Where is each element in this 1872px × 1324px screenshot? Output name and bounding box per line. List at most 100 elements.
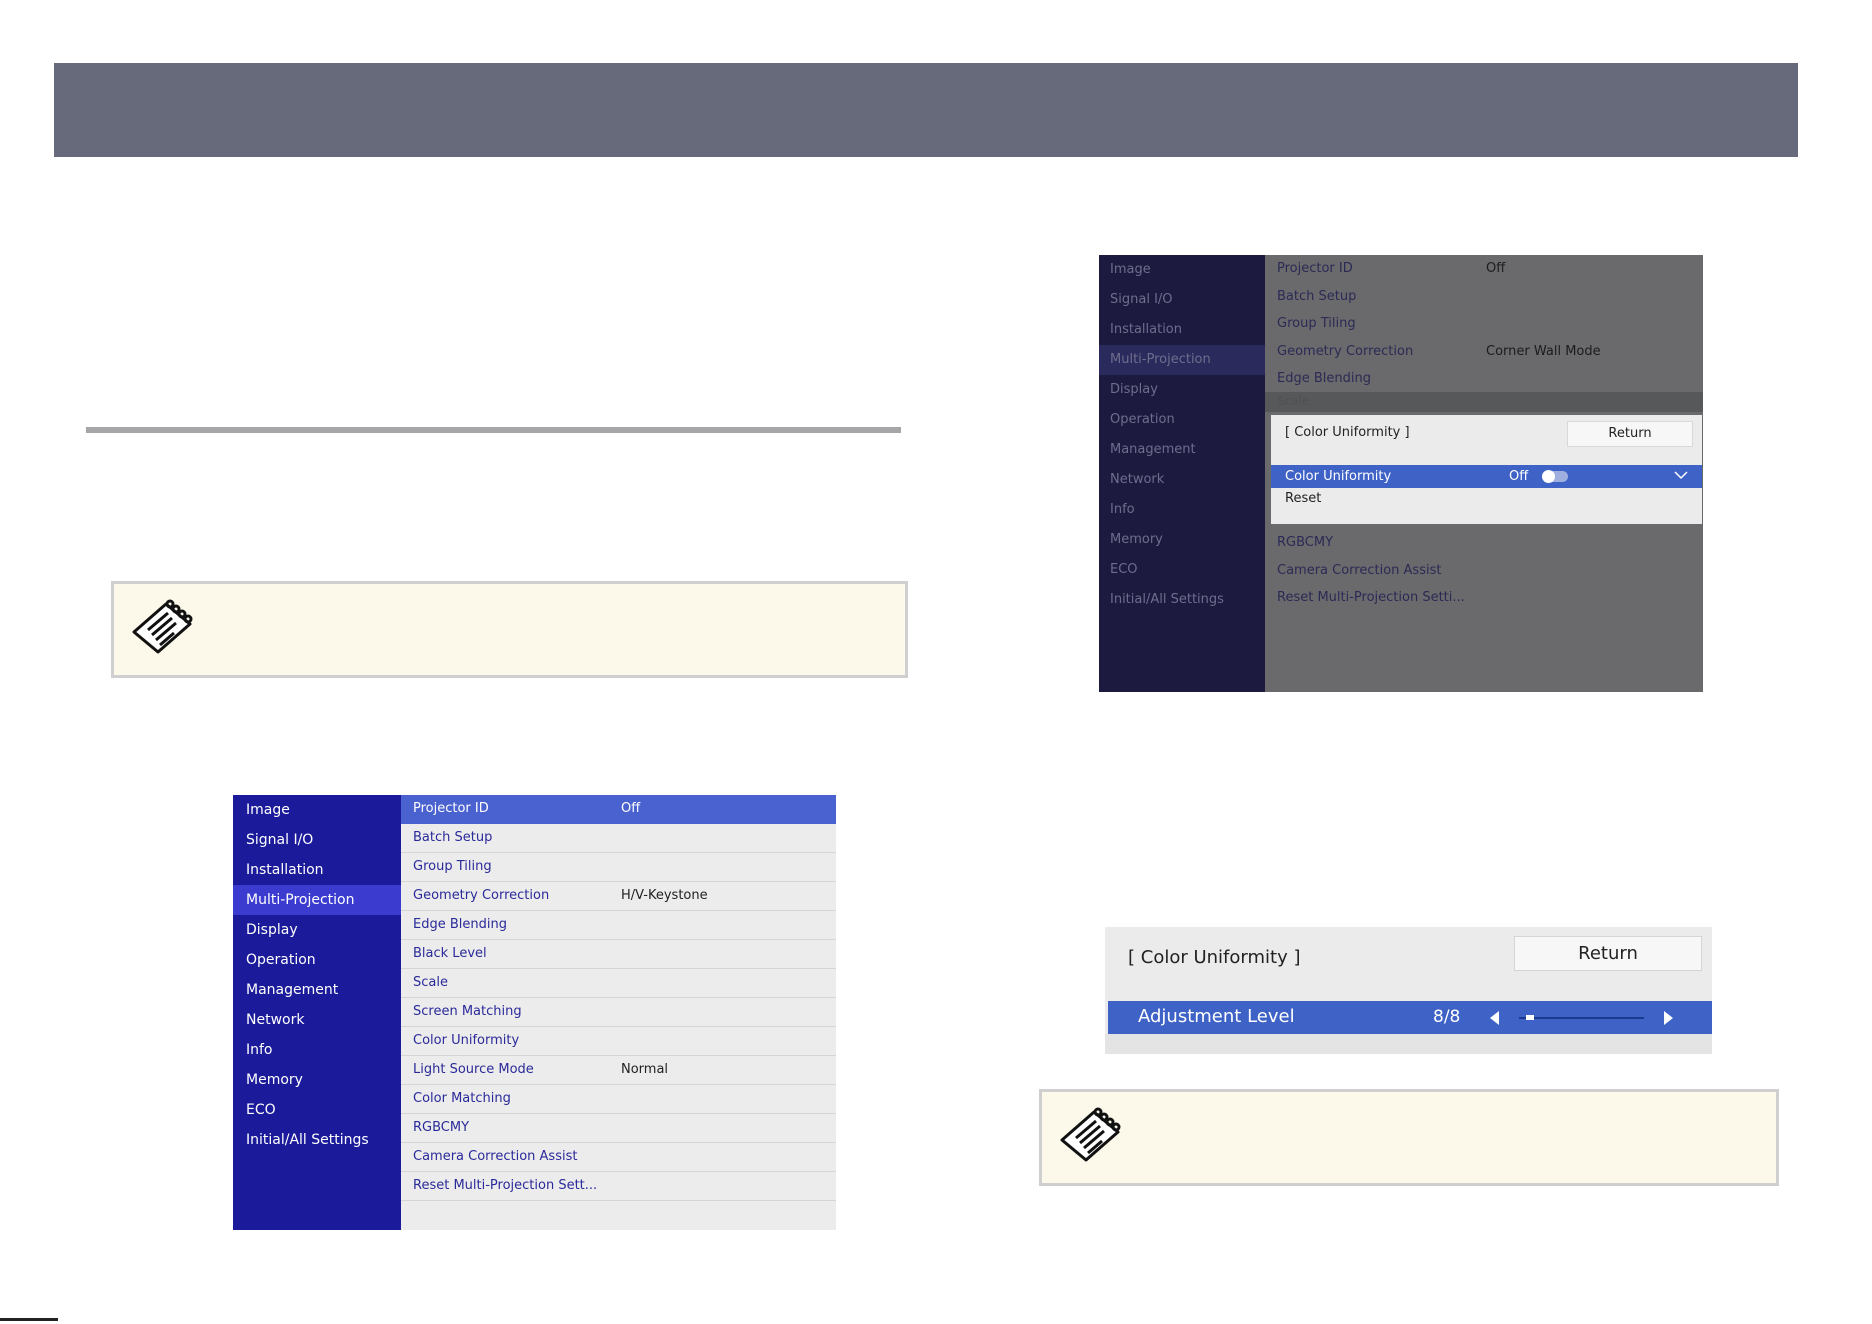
menu-row-group-tiling[interactable]: Group Tiling	[401, 853, 836, 882]
menu-row-reset-multi-projection-setti[interactable]: Reset Multi-Projection Setti...	[1265, 584, 1703, 612]
menu-row-black-level[interactable]: Black Level	[401, 940, 836, 969]
menu-row-group-tiling[interactable]: Group Tiling	[1265, 310, 1703, 338]
menu-row-projector-id[interactable]: Projector ID Off	[1265, 255, 1703, 283]
menu-sidebar: Image Signal I/O Installation Multi-Project…	[1099, 255, 1265, 692]
sidebar-item-network[interactable]: Network	[233, 1005, 401, 1035]
menu-row-projector-id[interactable]: Projector ID Off	[401, 795, 836, 824]
row-label: Edge Blending	[1277, 371, 1371, 386]
dimmed-row: Scale	[1265, 392, 1703, 412]
row-label: Geometry Correction	[1277, 343, 1414, 359]
row-label: Reset Multi-Projection Sett...	[413, 1178, 598, 1193]
row-label: Reset Multi-Projection Setti...	[1277, 590, 1465, 605]
menu-row-camera-correction-assist[interactable]: Camera Correction Assist	[1265, 557, 1703, 585]
row-value: H/V-Keystone	[621, 888, 708, 903]
row-label: Group Tiling	[413, 859, 492, 874]
header-bar	[54, 63, 1798, 157]
menu-row-light-source-mode[interactable]: Light Source Mode Normal	[401, 1056, 836, 1085]
row-label: Adjustment Level	[1138, 1006, 1295, 1027]
dialog-title: [ Color Uniformity ]	[1285, 425, 1410, 440]
chevron-down-icon[interactable]	[1674, 465, 1688, 488]
sidebar-item-display[interactable]: Display	[233, 915, 401, 945]
adjustment-level-row[interactable]: Adjustment Level 8/8	[1108, 1001, 1712, 1034]
row-value: Off	[1509, 469, 1529, 484]
adjustment-level-panel: [ Color Uniformity ] Return Adjustment L…	[1105, 927, 1712, 1054]
row-label: Geometry Correction	[413, 888, 550, 903]
panel-title: [ Color Uniformity ]	[1128, 947, 1301, 968]
row-value: Corner Wall Mode	[1486, 343, 1601, 359]
row-label: Camera Correction Assist	[1277, 562, 1442, 578]
menu-row-camera-correction-assist[interactable]: Camera Correction Assist	[401, 1143, 836, 1172]
row-label: Light Source Mode	[413, 1062, 534, 1077]
sidebar-item-memory[interactable]: Memory	[1099, 525, 1265, 555]
menu-row-geometry-correction[interactable]: Geometry Correction H/V-Keystone	[401, 882, 836, 911]
decrease-arrow-icon[interactable]	[1490, 1011, 1499, 1025]
projector-menu-color-uniformity: Image Signal I/O Installation Multi-Project…	[1099, 255, 1703, 692]
row-label: Batch Setup	[413, 830, 493, 845]
row-label: Camera Correction Assist	[413, 1149, 578, 1164]
menu-row-rgbcmy[interactable]: RGBCMY	[401, 1114, 836, 1143]
menu-row-rgbcmy[interactable]: RGBCMY	[1265, 529, 1703, 557]
sidebar-item-info[interactable]: Info	[233, 1035, 401, 1065]
menu-row-reset-multi-projection-sett[interactable]: Reset Multi-Projection Sett...	[401, 1172, 836, 1201]
slider-thumb[interactable]	[1526, 1015, 1535, 1020]
row-label: Black Level	[413, 946, 487, 961]
note-box-1	[111, 581, 908, 678]
menu-row-scale[interactable]: Scale	[401, 969, 836, 998]
row-label: Color Uniformity	[413, 1033, 520, 1048]
menu-sidebar: Image Signal I/O Installation Multi-Project…	[233, 795, 401, 1230]
sidebar-item-management[interactable]: Management	[233, 975, 401, 1005]
return-button[interactable]: Return	[1567, 421, 1693, 447]
slider-track[interactable]	[1519, 1017, 1644, 1019]
sidebar-item-eco[interactable]: ECO	[233, 1095, 401, 1125]
color-uniformity-row[interactable]: Color Uniformity Off	[1271, 465, 1702, 488]
row-label: Group Tiling	[1277, 316, 1356, 331]
toggle-knob	[1542, 470, 1555, 483]
sidebar-item-initial-all-settings[interactable]: Initial/All Settings	[1099, 585, 1265, 615]
sidebar-item-info[interactable]: Info	[1099, 495, 1265, 525]
sidebar-item-initial-all-settings[interactable]: Initial/All Settings	[233, 1125, 401, 1155]
row-label: Edge Blending	[413, 917, 507, 932]
row-label: Color Matching	[413, 1091, 511, 1106]
sidebar-item-operation[interactable]: Operation	[1099, 405, 1265, 435]
panel-footer	[1105, 1034, 1712, 1054]
row-label: Scale	[413, 975, 448, 990]
sidebar-item-signal-i-o[interactable]: Signal I/O	[233, 825, 401, 855]
menu-row-color-uniformity[interactable]: Color Uniformity	[401, 1027, 836, 1056]
sidebar-item-multi-projection[interactable]: Multi-Projection	[1099, 345, 1265, 375]
menu-row-screen-matching[interactable]: Screen Matching	[401, 998, 836, 1027]
row-value: Off	[621, 801, 641, 816]
sidebar-item-display[interactable]: Display	[1099, 375, 1265, 405]
row-label: Projector ID	[1277, 261, 1353, 276]
reset-item[interactable]: Reset	[1285, 491, 1321, 506]
note-icon	[1060, 1107, 1121, 1162]
sidebar-item-image[interactable]: Image	[233, 795, 401, 825]
menu-row-batch-setup[interactable]: Batch Setup	[401, 824, 836, 853]
row-value: Off	[1486, 261, 1506, 276]
section-divider	[86, 427, 901, 433]
increase-arrow-icon[interactable]	[1664, 1011, 1673, 1025]
menu-row-color-matching[interactable]: Color Matching	[401, 1085, 836, 1114]
toggle-switch[interactable]	[1542, 470, 1568, 483]
sidebar-item-installation[interactable]: Installation	[233, 855, 401, 885]
footer-rule	[0, 1318, 58, 1321]
menu-row-geometry-correction[interactable]: Geometry Correction Corner Wall Mode	[1265, 338, 1703, 366]
sidebar-item-memory[interactable]: Memory	[233, 1065, 401, 1095]
menu-row-edge-blending[interactable]: Edge Blending	[1265, 365, 1703, 393]
sidebar-item-management[interactable]: Management	[1099, 435, 1265, 465]
sidebar-item-eco[interactable]: ECO	[1099, 555, 1265, 585]
row-value: Normal	[621, 1062, 669, 1077]
sidebar-item-multi-projection[interactable]: Multi-Projection	[233, 885, 401, 915]
sidebar-item-installation[interactable]: Installation	[1099, 315, 1265, 345]
menu-row-batch-setup[interactable]: Batch Setup	[1265, 283, 1703, 311]
color-uniformity-dialog: [ Color Uniformity ] Return Color Unifor…	[1271, 415, 1702, 524]
row-label: RGBCMY	[413, 1120, 470, 1135]
note-box-2	[1039, 1089, 1779, 1186]
sidebar-item-signal-i-o[interactable]: Signal I/O	[1099, 285, 1265, 315]
sidebar-item-operation[interactable]: Operation	[233, 945, 401, 975]
menu-row-edge-blending[interactable]: Edge Blending	[401, 911, 836, 940]
note-icon	[132, 599, 193, 654]
return-button[interactable]: Return	[1514, 936, 1702, 971]
sidebar-item-image[interactable]: Image	[1099, 255, 1265, 285]
row-value: 8/8	[1433, 1007, 1461, 1027]
sidebar-item-network[interactable]: Network	[1099, 465, 1265, 495]
